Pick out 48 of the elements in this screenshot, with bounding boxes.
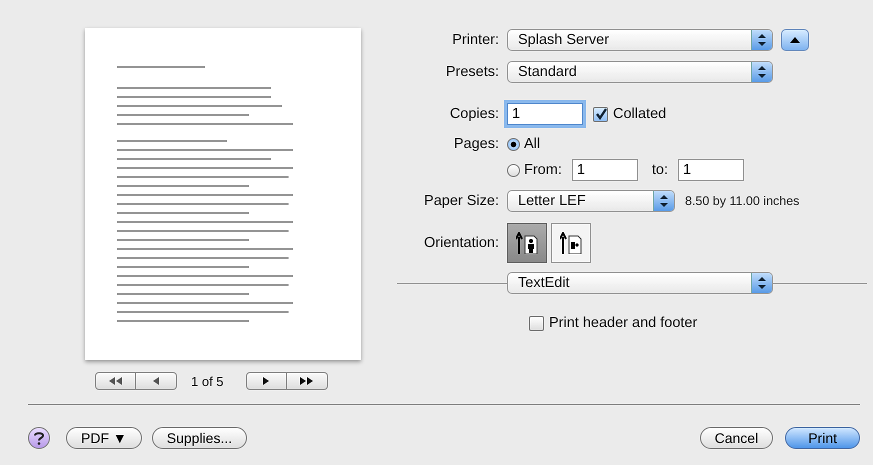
all-radio-button[interactable] <box>507 138 520 150</box>
app-options-popup[interactable]: TextEdit <box>507 272 773 294</box>
pages-label: Pages: <box>452 136 499 152</box>
orientation-label: Orientation: <box>423 235 499 251</box>
collated-checkbox[interactable] <box>593 106 608 122</box>
from-radio-button[interactable] <box>507 164 520 176</box>
up-triangle-icon <box>790 37 800 43</box>
next-page-button[interactable] <box>246 372 287 390</box>
pdf-menu-button[interactable]: PDF ▼ <box>66 427 142 449</box>
to-label: to: <box>652 162 668 178</box>
to-field[interactable]: 1 <box>678 159 744 181</box>
right-arrow-icon <box>262 377 270 385</box>
landscape-orientation-icon <box>560 232 582 254</box>
help-button[interactable] <box>28 427 50 449</box>
supplies-button[interactable]: Supplies... <box>152 427 248 449</box>
left-arrow-icon <box>152 377 160 385</box>
page-indicator: 1 of 5 <box>191 374 224 388</box>
cancel-button[interactable]: Cancel <box>700 427 774 449</box>
printer-popup[interactable]: Splash Server <box>507 29 773 51</box>
presets-popup[interactable]: Standard <box>507 61 773 83</box>
print-button[interactable]: Print <box>785 427 860 449</box>
header-footer-checkbox[interactable] <box>529 316 544 330</box>
all-label: All <box>524 136 540 152</box>
question-mark-icon <box>33 431 45 445</box>
paper-dimensions: 8.50 by 11.00 inches <box>685 194 800 208</box>
paper-size-label: Paper Size: <box>423 193 499 209</box>
printer-label: Printer: <box>451 32 499 48</box>
landscape-button[interactable] <box>551 223 591 263</box>
collated-label: Collated <box>613 106 666 122</box>
last-page-button[interactable] <box>286 372 328 390</box>
stepper-arrows-icon <box>758 34 766 46</box>
first-page-button[interactable] <box>95 372 136 390</box>
previous-page-button[interactable] <box>136 372 177 390</box>
portrait-button[interactable] <box>507 223 547 263</box>
from-label: From: <box>524 162 562 178</box>
stepper-arrows-icon <box>758 277 766 289</box>
double-right-arrow-icon <box>300 377 314 385</box>
stepper-arrows-icon <box>758 66 766 78</box>
collapse-button[interactable] <box>781 29 809 51</box>
portrait-orientation-icon <box>516 232 538 254</box>
double-left-arrow-icon <box>108 377 122 385</box>
from-field[interactable]: 1 <box>572 159 638 181</box>
stepper-arrows-icon <box>660 195 668 207</box>
copies-label: Copies: <box>448 106 499 122</box>
paper-size-popup[interactable]: Letter LEF <box>507 190 675 212</box>
header-footer-label: Print header and footer <box>549 315 698 331</box>
presets-label: Presets: <box>444 64 499 80</box>
copies-field[interactable]: 1 <box>507 103 583 125</box>
